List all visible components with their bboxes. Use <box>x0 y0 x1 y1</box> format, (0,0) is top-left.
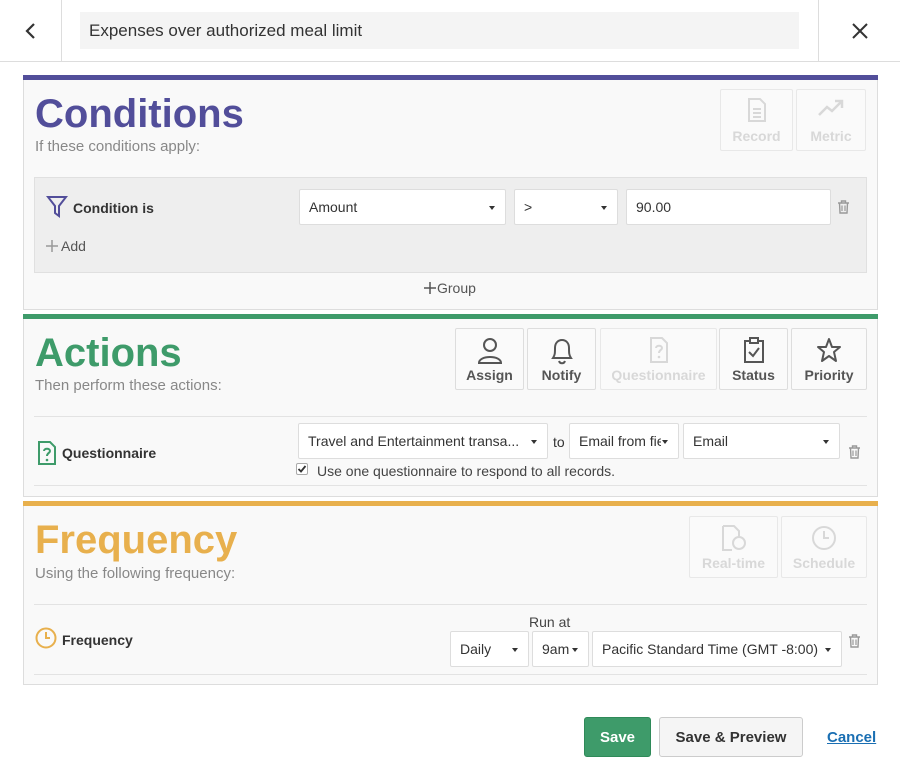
recipient-field-select[interactable]: Email <box>683 423 840 459</box>
schedule-label: Schedule <box>792 555 856 571</box>
add-group-label: Group <box>437 280 476 296</box>
recipient-source-select[interactable]: Email from fie <box>569 423 679 459</box>
realtime-label: Real-time <box>701 555 766 571</box>
add-group-button[interactable]: Group <box>423 280 476 296</box>
conditions-accent-bar <box>23 75 878 80</box>
frequency-time-select[interactable]: 9am <box>532 631 589 667</box>
to-label: to <box>553 434 565 450</box>
record-button[interactable]: Record <box>720 89 793 151</box>
check-icon <box>297 465 307 473</box>
delete-frequency-icon[interactable] <box>848 634 861 648</box>
caret-down-icon <box>823 440 829 444</box>
frequency-divider <box>34 604 867 605</box>
user-icon <box>477 338 502 364</box>
close-button[interactable] <box>818 0 900 62</box>
add-condition-button[interactable]: Add <box>45 238 86 254</box>
status-label: Status <box>732 367 775 383</box>
star-icon <box>817 338 841 362</box>
realtime-icon <box>721 525 746 551</box>
dialog-header: Expenses over authorized meal limit <box>0 0 900 62</box>
close-icon <box>851 23 868 39</box>
recipient-field-value: Email <box>693 433 729 449</box>
filter-icon <box>46 196 68 218</box>
priority-label: Priority <box>804 367 854 383</box>
frequency-period-select[interactable]: Daily <box>450 631 529 667</box>
notify-label: Notify <box>541 367 582 383</box>
record-icon <box>747 98 766 122</box>
schedule-button[interactable]: Schedule <box>781 516 867 578</box>
clock-icon <box>812 526 836 550</box>
frequency-subtitle: Using the following frequency: <box>35 565 236 582</box>
actions-title: Actions <box>35 331 182 375</box>
metric-icon <box>818 99 844 116</box>
realtime-button[interactable]: Real-time <box>689 516 778 578</box>
one-questionnaire-checkbox[interactable] <box>296 463 308 475</box>
back-button[interactable] <box>0 0 62 62</box>
condition-value-input[interactable]: 90.00 <box>626 189 831 225</box>
frequency-row-label: Frequency <box>62 632 133 648</box>
frequency-panel: Frequency Using the following frequency:… <box>23 501 878 685</box>
conditions-panel: Conditions If these conditions apply: Re… <box>23 75 878 310</box>
caret-down-icon <box>572 648 578 652</box>
questionnaire-row-icon <box>38 441 56 465</box>
conditions-title: Conditions <box>35 92 244 136</box>
frequency-title: Frequency <box>35 518 238 562</box>
clipboard-check-icon <box>743 337 764 363</box>
delete-action-icon[interactable] <box>848 445 861 459</box>
caret-down-icon <box>601 206 607 210</box>
questionnaire-button[interactable]: Questionnaire <box>600 328 717 390</box>
timezone-value: Pacific Standard Time (GMT -8:00) <box>602 641 819 657</box>
recipient-source-value: Email from fie <box>579 433 661 449</box>
assign-label: Assign <box>466 367 513 383</box>
frequency-accent-bar <box>23 501 878 506</box>
status-button[interactable]: Status <box>719 328 788 390</box>
plus-icon <box>424 282 436 294</box>
save-button[interactable]: Save <box>584 717 651 757</box>
actions-panel: Actions Then perform these actions: Assi… <box>23 314 878 497</box>
run-at-label: Run at <box>529 614 571 630</box>
questionnaire-tool-label: Questionnaire <box>611 367 706 383</box>
caret-down-icon <box>489 206 495 210</box>
one-questionnaire-label: Use one questionnaire to respond to all … <box>317 463 616 479</box>
condition-operator-select[interactable]: > <box>514 189 618 225</box>
add-condition-label: Add <box>61 238 86 254</box>
caret-down-icon <box>531 440 537 444</box>
condition-field-select[interactable]: Amount <box>299 189 506 225</box>
actions-divider <box>34 416 867 417</box>
save-preview-button[interactable]: Save & Preview <box>659 717 803 757</box>
condition-row-label: Condition is <box>73 200 154 216</box>
caret-down-icon <box>662 440 668 444</box>
priority-button[interactable]: Priority <box>791 328 867 390</box>
condition-operator-value: > <box>524 199 533 215</box>
caret-down-icon <box>825 648 831 652</box>
actions-accent-bar <box>23 314 878 319</box>
record-label: Record <box>732 128 781 144</box>
actions-subtitle: Then perform these actions: <box>35 377 222 394</box>
condition-group: Condition is Amount > 90.00 Add <box>34 177 867 273</box>
timezone-select[interactable]: Pacific Standard Time (GMT -8:00) <box>592 631 842 667</box>
cancel-link[interactable]: Cancel <box>827 729 876 746</box>
frequency-bottom-divider <box>34 674 867 675</box>
notify-button[interactable]: Notify <box>527 328 596 390</box>
actions-bottom-divider <box>34 485 867 486</box>
bell-icon <box>550 338 573 365</box>
title-input[interactable]: Expenses over authorized meal limit <box>80 12 799 49</box>
delete-condition-icon[interactable] <box>837 200 850 214</box>
plus-icon <box>46 240 58 252</box>
chevron-left-icon <box>24 23 35 39</box>
metric-label: Metric <box>810 128 852 144</box>
questionnaire-icon <box>649 337 668 363</box>
condition-field-value: Amount <box>309 199 358 215</box>
questionnaire-value: Travel and Entertainment transa... <box>308 433 520 449</box>
assign-button[interactable]: Assign <box>455 328 524 390</box>
conditions-subtitle: If these conditions apply: <box>35 138 201 155</box>
questionnaire-select[interactable]: Travel and Entertainment transa... <box>298 423 548 459</box>
caret-down-icon <box>512 648 518 652</box>
metric-button[interactable]: Metric <box>796 89 866 151</box>
frequency-period-value: Daily <box>460 641 492 657</box>
questionnaire-row-label: Questionnaire <box>62 445 157 461</box>
clock-row-icon <box>35 627 57 649</box>
frequency-time-value: 9am <box>542 641 570 657</box>
